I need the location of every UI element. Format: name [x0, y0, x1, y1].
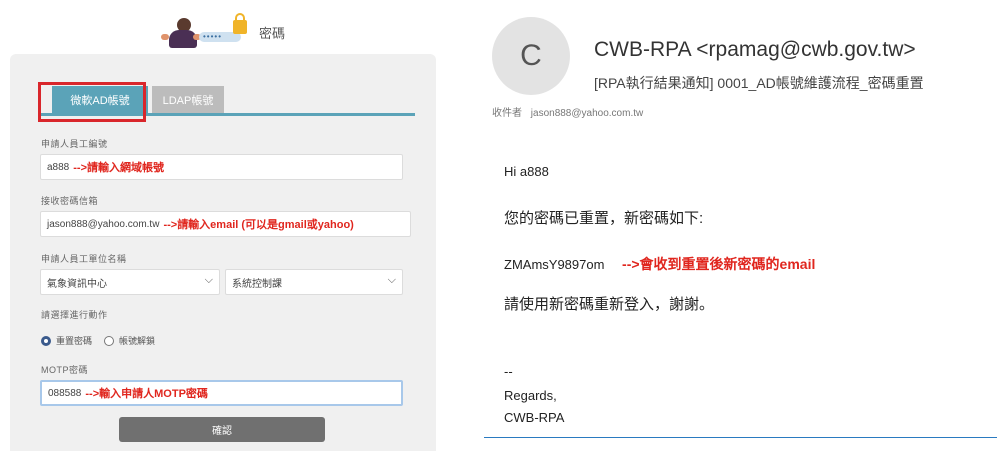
password-annotation: -->會收到重置後新密碼的email	[622, 256, 816, 272]
divider	[484, 437, 997, 438]
confirm-button[interactable]: 確認	[119, 417, 325, 442]
email-annotation: -->請輸入email (可以是gmail或yahoo)	[163, 219, 354, 231]
signature-dash: --	[504, 364, 513, 379]
email-body-line-2: 請使用新密碼重新登入，謝謝。	[504, 296, 715, 313]
action-radio-group: 重置密碼 帳號解鎖	[41, 334, 167, 347]
email-value: jason888@yahoo.com.tw	[47, 218, 160, 230]
department-select[interactable]: 氣象資訊中心 ⌵	[40, 269, 220, 295]
avatar: C	[492, 17, 570, 95]
tab-ms-ad[interactable]: 微軟AD帳號	[52, 86, 148, 113]
unlock-account-radio[interactable]	[104, 335, 115, 346]
chevron-down-icon: ⌵	[387, 274, 396, 286]
employee-id-label: 申請人員工編號	[41, 139, 108, 149]
email-label: 接收密碼信箱	[41, 196, 99, 206]
new-password: ZMAmsY9897om	[504, 257, 605, 272]
password-illustration-icon: •••••	[155, 12, 255, 52]
motp-label: MOTP密碼	[41, 365, 88, 375]
reset-password-radio[interactable]	[41, 335, 51, 346]
form-title: 密碼	[259, 25, 286, 41]
unlock-account-label: 帳號解鎖	[119, 336, 156, 346]
employee-id-annotation: -->請輸入網域帳號	[73, 162, 164, 174]
form-header: ••••• 密碼	[155, 12, 285, 52]
email-input[interactable]: jason888@yahoo.com.tw -->請輸入email (可以是gm…	[40, 211, 411, 237]
employee-id-value: a888	[47, 161, 70, 173]
department-value: 氣象資訊中心	[47, 278, 107, 290]
motp-value: 088588	[48, 387, 82, 399]
email-sender: CWB-RPA <rpamag@cwb.gov.tw>	[594, 38, 916, 61]
email-panel: C CWB-RPA <rpamag@cwb.gov.tw> [RPA執行結果通知…	[484, 0, 997, 451]
recipient-address[interactable]: jason888@yahoo.com.tw	[531, 108, 643, 119]
unit-label: 申請人員工單位名稱	[41, 254, 127, 264]
email-recipient-row: 收件者 jason888@yahoo.com.tw	[492, 104, 643, 119]
email-subject: [RPA執行結果通知] 0001_AD帳號維護流程_密碼重置	[594, 75, 924, 91]
account-type-tabs: 微軟AD帳號 LDAP帳號	[40, 86, 415, 116]
email-greeting: Hi a888	[504, 164, 549, 179]
signature-name: CWB-RPA	[504, 410, 565, 425]
section-value: 系統控制課	[232, 278, 282, 290]
password-reset-panel: ••••• 密碼 微軟AD帳號 LDAP帳號 申請人員工編號 a888 -->請…	[0, 0, 440, 451]
recipient-label: 收件者	[492, 108, 522, 119]
action-label: 請選擇進行動作	[41, 310, 108, 320]
section-select[interactable]: 系統控制課 ⌵	[225, 269, 403, 295]
email-body-line-1: 您的密碼已重置，新密碼如下:	[504, 210, 704, 227]
motp-input[interactable]: 088588 -->輸入申請人MOTP密碼	[40, 380, 403, 406]
tab-ldap[interactable]: LDAP帳號	[152, 86, 224, 113]
motp-annotation: -->輸入申請人MOTP密碼	[85, 388, 208, 400]
email-password-row: ZMAmsY9897om -->會收到重置後新密碼的email	[504, 254, 815, 274]
employee-id-input[interactable]: a888 -->請輸入網域帳號	[40, 154, 403, 180]
chevron-down-icon: ⌵	[204, 274, 213, 286]
reset-password-label: 重置密碼	[56, 336, 93, 346]
signature-regards: Regards,	[504, 388, 557, 403]
